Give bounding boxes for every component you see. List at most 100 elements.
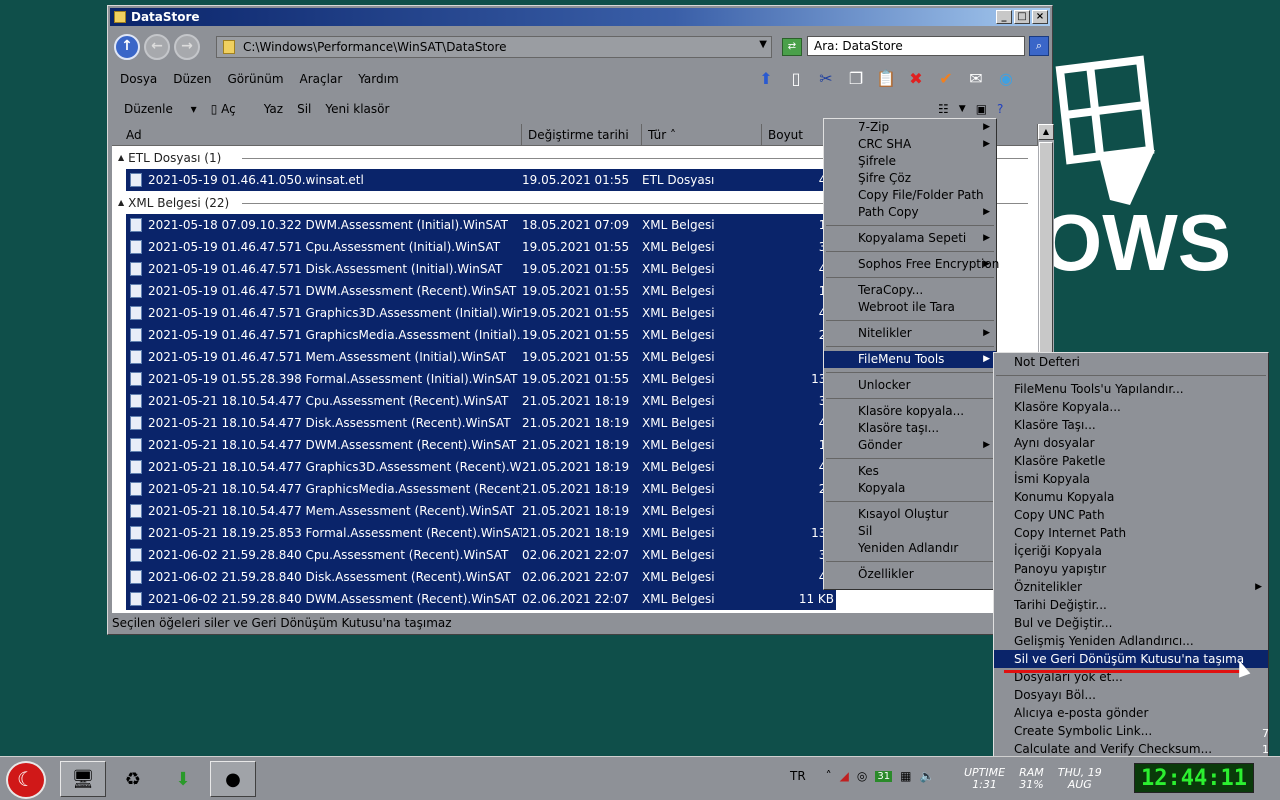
computer-icon[interactable]: 🖥 <box>60 761 106 797</box>
write-button[interactable]: Yaz <box>264 102 283 116</box>
menu-item[interactable]: İsmi Kopyala <box>994 470 1268 488</box>
paste-icon[interactable]: 📋 <box>874 66 898 90</box>
menu-item[interactable]: Yeniden Adlandır <box>824 540 996 557</box>
maximize-button[interactable]: □ <box>1014 10 1030 24</box>
menu-item[interactable]: Konumu Kopyala <box>994 488 1268 506</box>
cut-icon[interactable]: ✂ <box>814 66 838 90</box>
volume-icon[interactable]: 🔈 <box>919 769 934 783</box>
scroll-up-arrow[interactable]: ▲ <box>1038 124 1054 140</box>
column-date[interactable]: Değiştirme tarihi <box>522 124 642 145</box>
menu-item[interactable]: Öznitelikler ▶ <box>994 578 1268 596</box>
menu-item[interactable]: Kopyala <box>824 480 996 497</box>
menu-item[interactable]: Dosyayı Böl... <box>994 686 1268 704</box>
collapse-icon[interactable]: ▲ <box>118 153 124 162</box>
menu-item[interactable]: Copy UNC Path <box>994 506 1268 524</box>
menu-item[interactable]: Kopyalama Sepeti ▶ <box>824 230 996 247</box>
menu-item[interactable]: Alıcıya e-posta gönder <box>994 704 1268 722</box>
menu-item[interactable]: Klasöre taşı... <box>824 420 996 437</box>
network-icon[interactable]: ▦ <box>900 769 911 783</box>
close-button[interactable]: × <box>1032 10 1048 24</box>
help-icon[interactable]: ? <box>997 102 1003 116</box>
menu-item[interactable]: İçeriği Kopyala <box>994 542 1268 560</box>
title-bar[interactable]: DataStore _ □ × <box>110 8 1050 26</box>
file-type: XML Belgesi <box>642 262 715 276</box>
menu-item[interactable]: Sil <box>824 523 996 540</box>
calendar-icon[interactable]: 31 <box>875 770 893 782</box>
collapse-icon[interactable]: ▲ <box>118 198 124 207</box>
globe-icon[interactable]: ◉ <box>994 66 1018 90</box>
menu-3[interactable]: Araçlar <box>300 72 343 86</box>
language-indicator[interactable]: TR <box>790 769 806 783</box>
menu-item[interactable]: Panoyu yapıştır <box>994 560 1268 578</box>
menu-item[interactable]: Klasöre Taşı... <box>994 416 1268 434</box>
menu-item[interactable]: Gelişmiş Yeniden Adlandırıcı... <box>994 632 1268 650</box>
new-folder-button[interactable]: Yeni klasör <box>325 102 389 116</box>
menu-item[interactable]: Copy File/Folder Path <box>824 187 996 204</box>
clock[interactable]: 12:44:11 <box>1134 763 1254 793</box>
menu-item-icon <box>832 422 844 434</box>
menu-item[interactable]: Gönder ▶ <box>824 437 996 454</box>
preview-pane-icon[interactable]: ▣ <box>976 102 987 116</box>
antivirus-icon[interactable]: ◢ <box>840 769 849 783</box>
search-icon[interactable]: ⌕ <box>1029 36 1049 56</box>
menu-item[interactable]: Path Copy ▶ <box>824 204 996 221</box>
arrow-icon[interactable]: ⬇ <box>160 761 206 797</box>
menu-item[interactable]: Kısayol Oluştur <box>824 506 996 523</box>
menu-0[interactable]: Dosya <box>120 72 157 86</box>
minimize-button[interactable]: _ <box>996 10 1012 24</box>
recycle-bin-icon[interactable]: ♻ <box>110 761 156 797</box>
chevron-down-icon[interactable]: ▼ <box>959 104 966 114</box>
moon-icon[interactable]: ● <box>210 761 256 797</box>
panel-icon[interactable]: ▯ <box>784 66 808 90</box>
menu-item[interactable]: Bul ve Değiştir... <box>994 614 1268 632</box>
menu-item[interactable]: FileMenu Tools'u Yapılandır... <box>994 380 1268 398</box>
menu-item[interactable]: Sophos Free Encryption ▶ <box>824 256 999 273</box>
go-button[interactable]: ⇄ <box>782 38 802 56</box>
menu-item[interactable]: Şifrele <box>824 153 996 170</box>
delete-button[interactable]: Sil <box>297 102 311 116</box>
up-arrow-icon[interactable]: ↑ <box>114 34 140 60</box>
menu-item[interactable]: Kes <box>824 463 996 480</box>
menu-item[interactable]: Şifre Çöz <box>824 170 996 187</box>
delete-icon[interactable]: ✖ <box>904 66 928 90</box>
start-button[interactable]: ☾ <box>6 761 46 799</box>
check-icon[interactable]: ✔ <box>934 66 958 90</box>
menu-item[interactable]: Unlocker <box>824 377 996 394</box>
address-bar[interactable]: C:\Windows\Performance\WinSAT\DataStore … <box>216 36 772 58</box>
menu-item[interactable]: 7-Zip ▶ <box>824 119 996 136</box>
menu-item[interactable]: Özellikler <box>824 566 996 583</box>
menu-item[interactable]: Not Defteri <box>994 353 1268 371</box>
column-type[interactable]: Tür ˄ <box>642 124 762 145</box>
menu-item[interactable]: Webroot ile Tara <box>824 299 996 316</box>
menu-item[interactable]: Create Symbolic Link... <box>994 722 1268 740</box>
menu-item[interactable]: Klasöre kopyala... <box>824 403 996 420</box>
open-button[interactable]: ▯ Aç <box>211 102 250 116</box>
chevron-down-icon[interactable]: ▼ <box>759 39 767 50</box>
table-row[interactable]: 2021-06-02 21.59.28.840 DWM.Assessment (… <box>112 588 1038 610</box>
menu-item[interactable]: Klasöre Kopyala... <box>994 398 1268 416</box>
file-icon <box>130 460 142 474</box>
menu-4[interactable]: Yardım <box>358 72 398 86</box>
menu-item[interactable]: Nitelikler ▶ <box>824 325 996 342</box>
column-name[interactable]: Ad <box>112 124 522 145</box>
menu-item[interactable]: Tarihi Değiştir... <box>994 596 1268 614</box>
menu-item[interactable]: Aynı dosyalar <box>994 434 1268 452</box>
menu-item[interactable]: TeraCopy... <box>824 282 996 299</box>
back-button[interactable]: ← <box>144 34 170 60</box>
menu-item-icon <box>998 707 1010 719</box>
menu-item[interactable]: Copy Internet Path <box>994 524 1268 542</box>
menu-2[interactable]: Görünüm <box>227 72 283 86</box>
circle-icon[interactable]: ◎ <box>857 769 867 783</box>
menu-item[interactable]: Klasöre Paketle <box>994 452 1268 470</box>
organize-button[interactable]: Düzenle ▾ <box>124 102 197 116</box>
chevron-up-icon[interactable]: ˄ <box>826 769 832 783</box>
mail-icon[interactable]: ✉ <box>964 66 988 90</box>
menu-item[interactable]: CRC SHA ▶ <box>824 136 996 153</box>
search-input[interactable]: Ara: DataStore <box>807 36 1025 56</box>
menu-item[interactable]: FileMenu Tools ▶ <box>824 351 996 368</box>
menu-1[interactable]: Düzen <box>173 72 211 86</box>
up-folder-icon[interactable]: ⬆ <box>754 66 778 90</box>
copy-icon[interactable]: ❐ <box>844 66 868 90</box>
view-icon[interactable]: ☷ <box>938 102 949 116</box>
menu-item[interactable]: Sil ve Geri Dönüşüm Kutusu'na taşıma <box>994 650 1268 668</box>
